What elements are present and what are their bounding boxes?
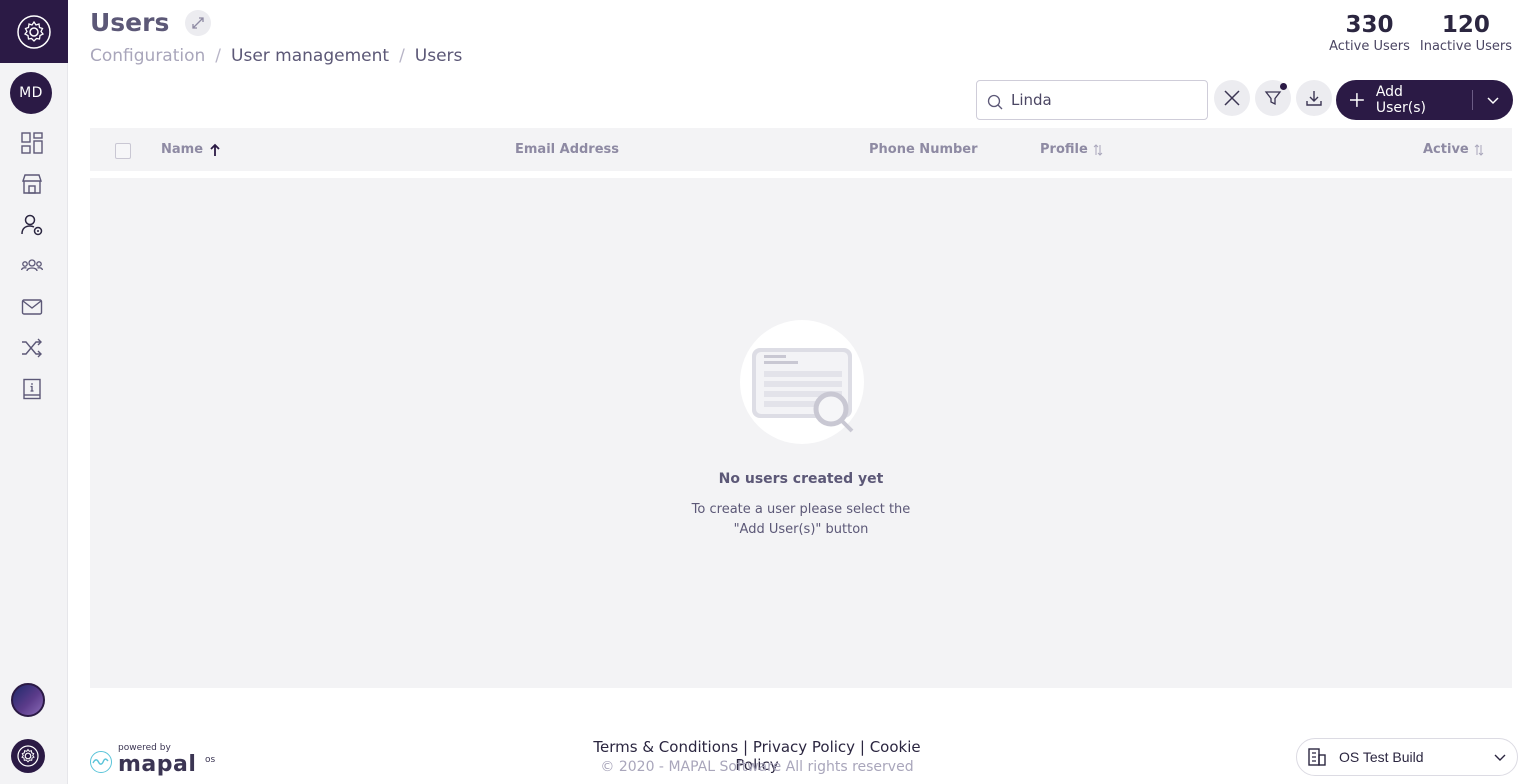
stat-value: 120 [1441, 12, 1490, 38]
stat-label: Inactive Users [1419, 39, 1512, 54]
column-label: Email Address [515, 142, 620, 157]
breadcrumb-separator: / [215, 46, 222, 66]
gear-logo-icon [17, 14, 51, 49]
document-search-icon [752, 348, 854, 433]
build-selector-value: OS Test Build [1339, 749, 1424, 765]
empty-state-line: To create a user please select the [691, 502, 911, 517]
column-label: Phone Number [869, 142, 978, 157]
empty-state-illustration [740, 320, 864, 444]
download-icon [1306, 91, 1322, 106]
gear-icon [17, 745, 39, 767]
mail-icon[interactable] [18, 293, 46, 321]
empty-state-line: "Add User(s)" button [733, 522, 869, 537]
brand-name: mapal [118, 752, 197, 777]
users-group-icon[interactable] [18, 252, 46, 280]
breadcrumb-user-management[interactable]: User management [231, 46, 389, 66]
sort-icon [1474, 143, 1484, 156]
empty-state-description: To create a user please select the "Add … [90, 500, 1512, 540]
add-users-dropdown-button[interactable] [1473, 80, 1513, 120]
close-icon [1224, 90, 1240, 106]
filter-icon [1264, 91, 1282, 106]
stat-value: 330 [1345, 12, 1394, 38]
column-label: Active [1423, 142, 1469, 157]
user-avatar[interactable]: MD [10, 72, 52, 114]
column-profile[interactable]: Profile [1040, 142, 1103, 157]
build-selector[interactable]: OS Test Build [1296, 738, 1518, 776]
copyright: © 2020 - MAPAL Software All rights reser… [600, 759, 914, 775]
search-icon [987, 94, 1003, 110]
column-phone: Phone Number [869, 142, 978, 157]
title-row: Users [90, 8, 212, 37]
user-stats: 330 Active Users 120 Inactive Users [1329, 12, 1512, 54]
app-logo[interactable] [0, 0, 68, 63]
add-users-button-group: Add User(s) [1336, 80, 1513, 120]
breadcrumb-separator: / [399, 46, 405, 66]
search-box [976, 80, 1208, 120]
stat-inactive-users: 120 Inactive Users [1420, 12, 1512, 54]
table-header: Name Email Address Phone Number Profile … [90, 128, 1512, 172]
add-users-button[interactable]: Add User(s) [1336, 80, 1456, 120]
building-icon [1308, 748, 1326, 766]
footer-separator: | [859, 738, 865, 756]
chevron-down-icon [1487, 97, 1499, 105]
sort-icon [1093, 143, 1103, 156]
column-email: Email Address [515, 142, 619, 157]
stat-label: Active Users [1329, 39, 1410, 54]
breadcrumb-users: Users [414, 46, 463, 66]
privacy-link[interactable]: Privacy Policy [753, 738, 855, 756]
chevron-down-icon [1483, 751, 1517, 763]
page-title: Users [90, 8, 170, 37]
empty-state-title: No users created yet [718, 471, 884, 487]
brand-suffix: os [205, 755, 216, 765]
mapal-wave-icon [90, 751, 112, 773]
filter-button[interactable] [1255, 80, 1291, 116]
plus-icon [1350, 93, 1364, 107]
settings-gear-button[interactable] [11, 739, 45, 773]
shuffle-icon[interactable] [18, 334, 46, 362]
clear-search-button[interactable] [1214, 80, 1250, 116]
expand-button[interactable] [185, 9, 212, 36]
store-icon[interactable] [18, 170, 46, 198]
user-settings-icon[interactable] [18, 211, 46, 239]
column-label: Profile [1040, 142, 1088, 157]
dashboard-icon[interactable] [18, 129, 46, 157]
add-users-label: Add User(s) [1375, 84, 1426, 116]
expand-arrows-icon [192, 16, 205, 29]
search-input[interactable] [1011, 91, 1191, 109]
column-active[interactable]: Active [1423, 142, 1484, 157]
select-all-checkbox[interactable] [115, 143, 131, 159]
info-book-icon[interactable] [18, 375, 46, 403]
terms-link[interactable]: Terms & Conditions [593, 738, 738, 756]
sidebar: MD [0, 0, 68, 784]
sort-ascending-icon [210, 143, 220, 156]
column-name[interactable]: Name [161, 142, 221, 157]
breadcrumb-configuration[interactable]: Configuration [90, 46, 205, 66]
download-button[interactable] [1296, 80, 1332, 116]
table-body: No users created yet To create a user pl… [90, 178, 1512, 688]
app-switcher-orb[interactable] [11, 683, 45, 717]
breadcrumb: Configuration / User management / Users [90, 46, 462, 66]
stat-active-users: 330 Active Users [1329, 12, 1410, 54]
column-label: Name [161, 142, 204, 157]
filter-active-indicator [1280, 83, 1287, 90]
powered-by-logo: powered by mapal os [90, 743, 230, 779]
footer-separator: | [742, 738, 749, 756]
